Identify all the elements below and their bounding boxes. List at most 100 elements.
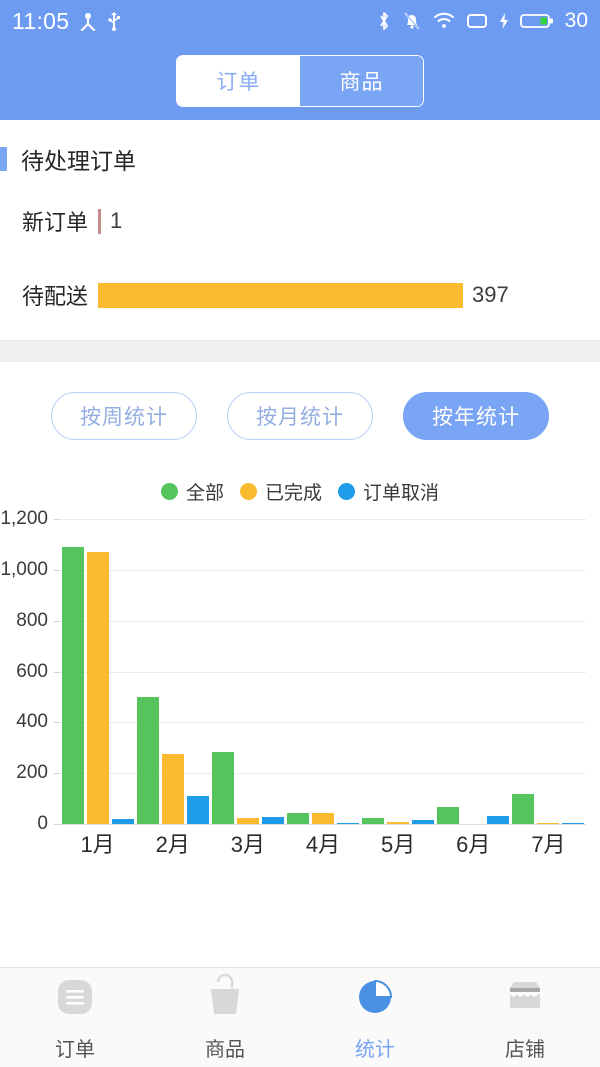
chart-bar [211,751,234,824]
chart-bar [336,822,359,824]
filter-by-year[interactable]: 按年统计 [403,392,549,440]
shopping-bag-icon [202,973,248,1025]
pending-row-value: 1 [110,208,123,233]
tab-statistics[interactable]: 统计 [300,974,450,1062]
chart-y-axis: 0 200 400 600 800 1,000 1,200 [0,508,56,834]
chart-bar [136,696,159,824]
chart-y-tick-label: 0 [37,813,48,834]
legend-item-completed[interactable]: 已完成 [239,478,322,505]
legend-dot-icon [160,483,178,500]
legend-label: 已完成 [264,483,322,504]
battery-icon [519,12,554,30]
legend-item-all[interactable]: 全部 [160,478,224,505]
chart-bar [286,812,309,824]
chart-x-tick-label: 6月 [456,832,491,857]
section-accent-bar [0,147,7,171]
chart-x-axis: 1月 2月 3月 4月 5月 6月 7月 [60,827,586,859]
chart-bar [311,813,334,824]
person-icon [79,11,97,31]
bell-muted-icon [402,10,422,32]
chart-bar [111,818,134,824]
orders-bar-chart: 0 200 400 600 800 1,000 1,200 1月 2月 3月 4月 5月 6月 7月 [0,508,600,857]
chart-y-tick-label: 400 [16,711,48,733]
pending-orders-card: 待处理订单 新订单 1 待配送 397 [0,120,600,340]
chart-bar [86,552,109,824]
chart-y-tick-label: 1,000 [0,558,48,580]
chart-plot-area [54,519,586,825]
pending-row-new-orders[interactable]: 新订单 1 [0,202,600,240]
chart-bar [412,819,435,824]
chart-bar-group [436,519,511,824]
section-divider [0,340,600,362]
chart-bar-group [511,519,586,824]
usb-icon [107,11,121,31]
tab-orders[interactable]: 订单 [0,974,150,1062]
chart-y-tick [54,824,60,825]
wifi-icon [433,12,455,30]
chart-x-tick-label: 1月 [80,832,115,857]
chart-bar [487,816,510,824]
chart-y-tick-label: 600 [16,660,48,682]
sim-card-icon [466,12,488,30]
statistics-card: 按周统计 按月统计 按年统计 全部 已完成 订单取消 0 200 400 600 800… [0,362,600,1067]
chart-bar-group [361,519,436,824]
chart-bar-group [135,519,210,824]
chart-bar-group [60,519,135,824]
chart-bar-group [285,519,360,824]
legend-item-cancelled[interactable]: 订单取消 [338,478,439,505]
chart-y-tick-label: 200 [16,762,48,784]
pending-row-bar [98,208,102,234]
filter-by-month[interactable]: 按月统计 [227,392,373,440]
tab-label: 店铺 [505,1038,545,1061]
legend-label: 订单取消 [363,483,440,504]
chart-bar [512,794,535,824]
pie-chart-icon [352,974,398,1025]
pending-orders-header: 待处理订单 [0,142,600,176]
chart-bar [186,796,209,824]
legend-dot-icon [338,483,355,500]
chart-x-tick-label: 2月 [155,832,190,857]
chart-bar [261,816,284,824]
chart-bar [61,546,84,824]
page-title: 待处理订单 [21,148,136,174]
pending-row-label: 新订单 [22,210,89,235]
chart-y-tick-label: 800 [16,609,48,631]
status-bar: 11:05 30 [0,0,600,42]
chart-x-tick-label: 3月 [230,832,265,857]
filter-by-week[interactable]: 按周统计 [51,392,197,440]
tab-label: 商品 [205,1038,245,1061]
app-header: 订单 商品 [0,42,600,120]
legend-label: 全部 [185,483,224,504]
pending-row-bar [98,282,464,308]
chart-bar [437,807,460,824]
segment-orders[interactable]: 订单 [177,56,300,106]
segment-products[interactable]: 商品 [300,56,423,106]
app-screen: 11:05 30 订单 商品 待处理订单 新订单 1 待配送 397 按周统计 … [0,0,600,1067]
legend-dot-icon [239,483,257,500]
status-bar-right: 30 [377,9,588,33]
pending-row-label: 待配送 [22,284,89,309]
statistics-filter-group: 按周统计 按月统计 按年统计 [0,392,600,440]
bluetooth-icon [377,10,391,32]
charging-bolt-icon [499,12,509,30]
chart-x-tick-label: 7月 [531,832,566,857]
tab-store[interactable]: 店铺 [450,974,600,1062]
chart-y-tick-label: 1,200 [0,508,48,529]
chart-bar [537,822,560,824]
chart-legend: 全部 已完成 订单取消 [0,478,600,505]
store-icon [502,974,548,1025]
chart-x-tick-label: 5月 [381,832,416,857]
list-icon [52,974,98,1025]
chart-x-tick-label: 4月 [305,832,341,857]
chart-gridline [60,824,586,825]
bottom-navigation: 订单 商品 统计 店铺 [0,967,600,1067]
chart-bar [236,818,259,824]
chart-bar [387,821,410,824]
segmented-control[interactable]: 订单 商品 [176,55,424,107]
chart-bar [362,817,385,824]
clock: 11:05 [12,7,70,34]
pending-row-awaiting-delivery[interactable]: 待配送 397 [0,276,600,314]
chart-bar [562,822,585,824]
tab-products[interactable]: 商品 [150,973,300,1062]
chart-bar-groups [60,519,586,824]
